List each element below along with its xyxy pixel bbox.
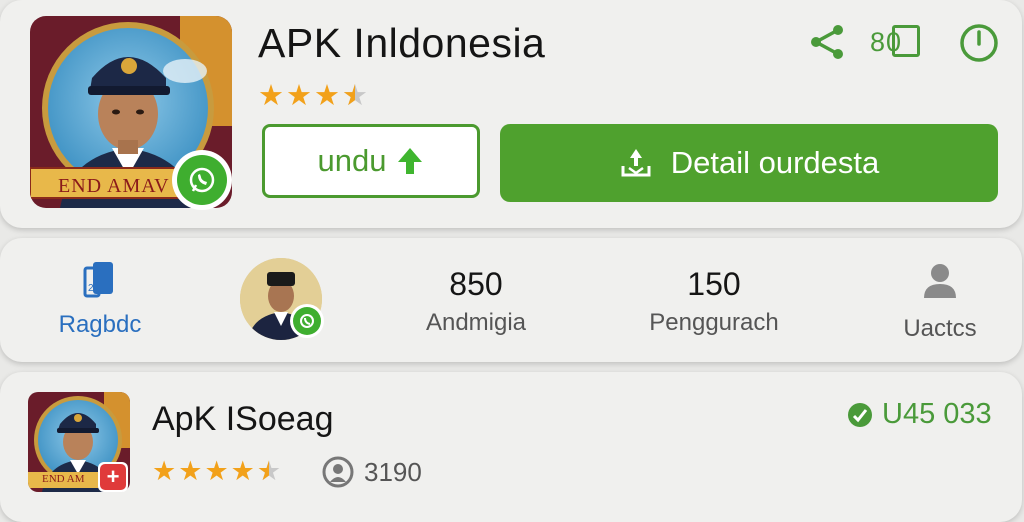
user-icon xyxy=(924,264,956,298)
related-app-price[interactable]: U45 033 xyxy=(846,398,992,431)
star-icon: ★ xyxy=(286,80,312,112)
star-icon: ★ xyxy=(204,456,229,486)
stat-penggurach: 150 Penggurach xyxy=(636,266,792,337)
undu-button[interactable]: undu xyxy=(262,124,480,198)
star-icon: ★ xyxy=(178,456,203,486)
stat-penggurach-label: Penggurach xyxy=(649,309,779,336)
related-app-downloads: 3190 xyxy=(322,456,422,488)
whatsapp-badge-icon xyxy=(290,304,324,338)
related-app-card[interactable] xyxy=(0,372,1022,522)
whatsapp-badge-icon xyxy=(172,150,232,210)
related-app-price-value: U45 033 xyxy=(882,398,992,430)
star-icon: ★ xyxy=(152,456,177,486)
star-icon: ★ xyxy=(230,456,255,486)
stat-penggurach-value: 150 xyxy=(687,266,741,302)
app-rating-stars: ★ ★ ★ ★ xyxy=(258,78,368,113)
related-app-icon-banner: END AM xyxy=(42,473,85,485)
stat-ragbdc[interactable]: 2 Ragbdc xyxy=(50,260,150,339)
detail-button[interactable]: Detail ourdesta xyxy=(500,124,998,202)
share-button[interactable] xyxy=(806,20,850,64)
stat-users[interactable]: Uactcs xyxy=(890,262,990,343)
download-icon xyxy=(621,149,651,177)
stat-andmigia-value: 850 xyxy=(449,266,503,302)
power-icon xyxy=(960,24,998,62)
stat-ragbdc-label: Ragbdc xyxy=(58,311,142,338)
check-circle-icon xyxy=(848,402,872,427)
share-icon xyxy=(811,25,843,59)
power-button[interactable] xyxy=(956,20,1002,66)
app-title: APK Inldonesia xyxy=(258,20,546,66)
count-button[interactable]: 80 xyxy=(870,22,920,62)
stat-users-label: Uactcs xyxy=(903,315,977,342)
detail-button-label: Detail ourdesta xyxy=(670,145,880,180)
svg-text:2: 2 xyxy=(88,283,94,294)
plus-badge-icon: + xyxy=(98,462,128,492)
star-icon: ★ xyxy=(258,80,284,112)
related-app-rating-stars: ★ ★ ★ ★ ★ xyxy=(152,456,281,487)
stat-andmigia: 850 Andmigia xyxy=(396,266,556,337)
star-icon: ★ xyxy=(314,80,340,112)
user-circle-icon xyxy=(322,456,354,488)
undu-button-label: undu xyxy=(317,143,387,178)
count-badge-icon xyxy=(892,25,920,57)
phone-book-icon: 2 xyxy=(83,262,113,298)
star-half-icon: ★ xyxy=(257,456,281,487)
related-app-title: ApK ISoeag xyxy=(152,400,334,438)
star-half-icon: ★ xyxy=(342,78,368,113)
related-app-downloads-value: 3190 xyxy=(364,456,422,487)
stat-andmigia-label: Andmigia xyxy=(425,309,527,336)
arrow-up-icon xyxy=(398,148,423,174)
app-icon-banner: END AMAV xyxy=(58,175,170,197)
